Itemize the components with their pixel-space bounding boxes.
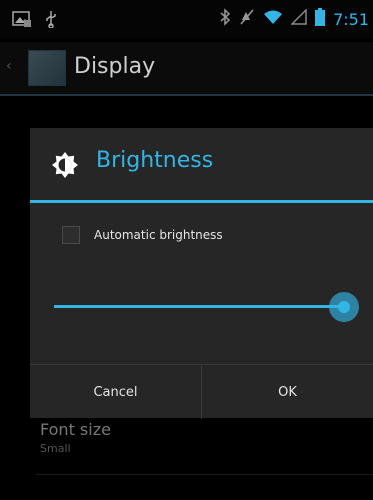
list-divider — [36, 474, 373, 475]
automatic-brightness-checkbox[interactable] — [62, 226, 80, 244]
brightness-icon — [52, 152, 78, 182]
signal-icon — [290, 8, 307, 29]
dialog-title-divider — [30, 200, 373, 203]
silent-icon — [239, 8, 255, 30]
slider-thumb-center[interactable] — [338, 301, 350, 313]
slider-track[interactable] — [54, 305, 344, 308]
automatic-brightness-label: Automatic brightness — [94, 228, 223, 242]
brightness-slider[interactable] — [54, 292, 359, 322]
brightness-dialog: Brightness Automatic brightness Cancel O… — [30, 128, 373, 419]
wifi-icon — [263, 9, 283, 29]
back-caret-icon[interactable]: ‹ — [6, 58, 12, 74]
battery-icon — [315, 8, 326, 30]
ok-button[interactable]: OK — [201, 365, 373, 419]
action-bar[interactable]: ‹ Display — [0, 42, 373, 94]
dialog-header: Brightness — [30, 128, 373, 200]
cancel-button[interactable]: Cancel — [30, 365, 201, 419]
dialog-title: Brightness — [96, 148, 214, 173]
page-title: Display — [74, 54, 156, 79]
clock: 7:51 — [333, 9, 369, 29]
usb-icon — [44, 10, 58, 32]
automatic-brightness-row[interactable]: Automatic brightness — [62, 226, 223, 244]
font-size-pref-summary: Small — [40, 442, 71, 455]
font-size-pref-title[interactable]: Font size — [40, 420, 111, 439]
action-bar-divider — [0, 94, 373, 96]
display-app-icon[interactable] — [28, 50, 66, 86]
image-notification-icon — [12, 10, 32, 32]
dialog-button-bar: Cancel OK — [30, 364, 373, 419]
status-bar: 7:51 — [0, 0, 373, 38]
bluetooth-icon — [219, 8, 231, 30]
